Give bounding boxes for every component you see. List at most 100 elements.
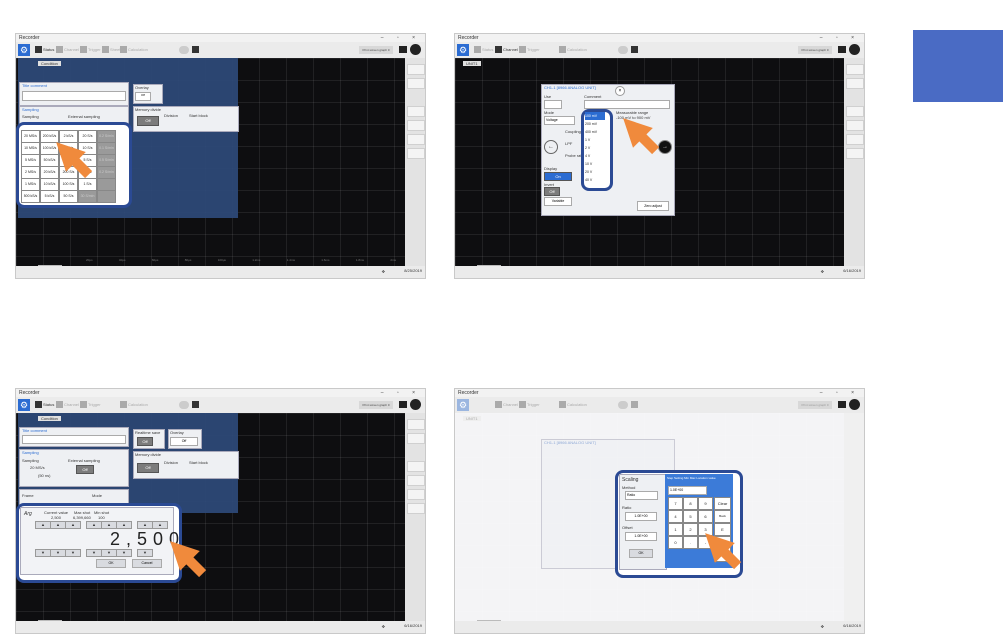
use-toggle[interactable] [544,100,562,109]
channel-tab[interactable]: Channel [56,400,79,410]
prev-channel-icon[interactable]: ← [544,140,558,154]
scaling-ok-button[interactable]: OK [629,549,653,558]
side-button-4[interactable] [846,120,864,131]
tools-pill[interactable] [179,401,189,409]
side-button-4[interactable] [407,120,425,131]
channel-tab[interactable]: Channel [495,45,518,55]
folder-icon[interactable] [838,46,846,53]
method-select[interactable]: Ratio [625,491,658,500]
gear-icon[interactable]: ⚙ [457,399,469,411]
rate-cell[interactable]: 5 kS/s [40,190,59,203]
rate-cell[interactable]: 50 S/s [59,190,78,203]
window-controls[interactable]: – ▫ × [381,390,421,396]
display-toggle[interactable]: On [544,172,572,181]
digit-up-button[interactable]: ▲ [116,521,132,529]
condition-tab[interactable]: Condition [38,416,61,421]
side-button-6[interactable] [407,503,425,514]
list-icon[interactable] [192,400,200,410]
digit-down-button[interactable]: ▼ [101,549,117,557]
gear-icon[interactable]: ⚙ [457,44,469,56]
window-controls[interactable]: – ▫ × [381,35,421,41]
print-screen-button[interactable]: Print screen graph 0 [798,46,832,54]
gear-icon[interactable]: ⚙ [18,44,30,56]
invert-toggle[interactable]: Off [544,187,560,196]
list-icon[interactable] [192,45,200,55]
window-controls[interactable]: – ▫ × [820,35,860,41]
cancel-button[interactable]: Cancel [132,559,162,568]
title-comment-input[interactable] [22,435,126,444]
digit-up-button[interactable]: ▲ [50,521,66,529]
channel-tab[interactable]: Channel [56,45,79,55]
memory-divide-toggle[interactable]: Off [137,463,159,473]
calculation-tab[interactable]: Calculation [120,400,148,410]
range-option[interactable]: 200 mV [585,120,605,128]
key-5[interactable]: 5 [683,510,698,523]
status-tab[interactable]: Status [35,400,54,410]
print-screen-button[interactable]: Print screen graph 0 [359,401,393,409]
digit-down-button[interactable]: ▼ [86,549,102,557]
digit-up-button[interactable]: ▲ [35,521,51,529]
side-button-5[interactable] [407,489,425,500]
list-icon[interactable] [631,45,639,55]
digit-up-button[interactable]: ▲ [137,521,153,529]
side-button-2[interactable] [846,78,864,89]
print-screen-button[interactable]: Print screen graph 0 [798,401,832,409]
side-button-3[interactable] [407,461,425,472]
side-button-6[interactable] [407,148,425,159]
overlay-select[interactable]: Off [170,437,198,446]
side-button-4[interactable] [407,475,425,486]
rate-cell[interactable]: 30 S/min [78,190,97,203]
next-channel-icon[interactable]: → [658,140,672,154]
calculation-tab[interactable]: Calculation [120,45,148,55]
tools-pill[interactable] [618,401,628,409]
digit-up-button[interactable]: ▲ [101,521,117,529]
condition-tab[interactable]: Condition [38,61,61,66]
range-option[interactable]: 400 mV [585,128,605,136]
key-6[interactable]: 6 [698,510,713,523]
side-button-3[interactable] [407,106,425,117]
side-button-5[interactable] [407,134,425,145]
unit-tab[interactable]: UNIT1 [463,416,481,421]
overlay-value[interactable]: Off [135,92,151,101]
start-stop-icon[interactable] [410,399,421,410]
trigger-tab[interactable]: Trigger [80,400,101,410]
digit-down-button[interactable]: ▼ [137,549,153,557]
gear-icon[interactable]: ⚙ [18,399,30,411]
variable-button[interactable]: Variable [544,197,572,206]
backspace-key[interactable]: Back Space [714,510,731,529]
window-controls[interactable]: – ▫ × [820,390,860,396]
range-option[interactable]: 100 mV [585,112,605,120]
trigger-tab[interactable]: Trigger [80,45,101,55]
memory-divide-toggle[interactable]: Off [137,116,159,126]
list-icon[interactable] [631,400,639,410]
folder-icon[interactable] [838,401,846,408]
start-stop-icon[interactable] [410,44,421,55]
mode-select[interactable]: Voltage [544,116,575,125]
trigger-tab[interactable]: Trigger [519,400,540,410]
key-9[interactable]: 9 [698,497,713,510]
range-option[interactable]: 2 V [585,144,605,152]
realtime-save-toggle[interactable]: Off [137,437,153,446]
title-comment-input[interactable] [22,91,126,101]
digit-down-button[interactable]: ▼ [116,549,132,557]
side-button-2[interactable] [407,78,425,89]
offset-input[interactable]: 1.0E+00 [625,532,657,541]
digit-down-button[interactable]: ▼ [65,549,81,557]
key-2[interactable]: 2 [683,523,698,536]
digit-up-button[interactable]: ▲ [86,521,102,529]
range-option[interactable]: 1 V [585,136,605,144]
key-1[interactable]: 1 [668,523,683,536]
calculation-tab[interactable]: Calculation [559,45,587,55]
sheet-tab[interactable]: Sheet [102,45,120,55]
range-option[interactable]: 10 V [585,160,605,168]
side-button-5[interactable] [846,134,864,145]
side-button-6[interactable] [846,148,864,159]
clear-key[interactable]: Clear [714,497,731,510]
key-7[interactable]: 7 [668,497,683,510]
folder-icon[interactable] [399,46,407,53]
side-button-2[interactable] [407,433,425,444]
key-0[interactable]: 0 [668,536,683,549]
range-option[interactable]: 20 V [585,168,605,176]
trigger-tab[interactable]: Trigger [519,45,540,55]
side-button-1[interactable] [407,64,425,75]
